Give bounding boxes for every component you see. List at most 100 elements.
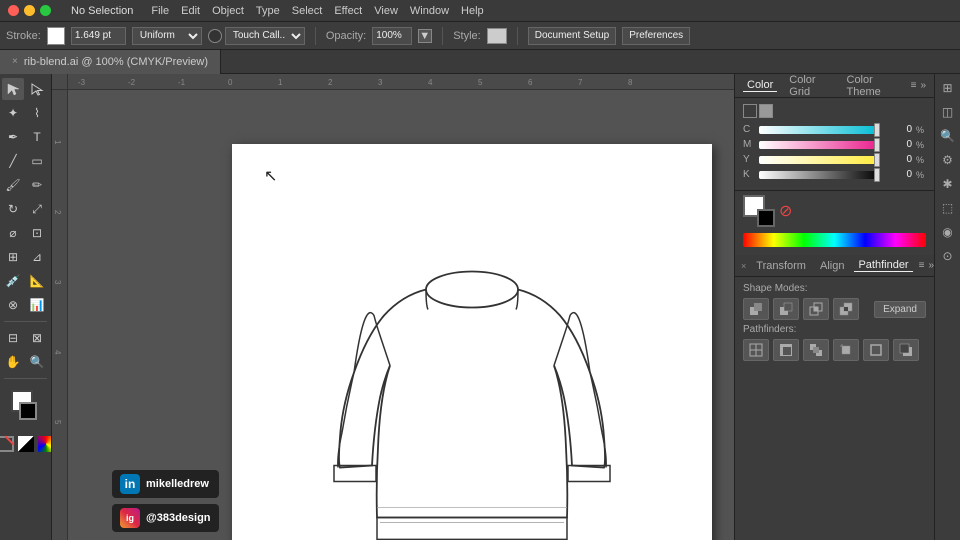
none-swatch[interactable] — [0, 436, 14, 452]
lasso-tool[interactable]: ⌇ — [26, 102, 48, 124]
rotate-tool[interactable]: ↻ — [2, 198, 24, 220]
style-swatch[interactable] — [487, 28, 507, 44]
menu-edit[interactable]: Edit — [181, 5, 200, 17]
document-setup-button[interactable]: Document Setup — [528, 27, 617, 45]
channel-m-thumb[interactable] — [874, 138, 880, 152]
type-tool[interactable]: T — [26, 126, 48, 148]
outline-btn[interactable] — [863, 339, 889, 361]
measure-tool[interactable]: 📐 — [26, 270, 48, 292]
gradient-mode-icon[interactable] — [743, 104, 757, 118]
gradient-swatch[interactable] — [18, 436, 34, 452]
exclude-btn[interactable] — [833, 298, 859, 320]
slice-tool[interactable]: ⊠ — [26, 327, 48, 349]
far-right-btn-1[interactable]: ⊞ — [938, 78, 958, 98]
close-button[interactable] — [8, 5, 19, 16]
far-right-btn-4[interactable]: ⚙ — [938, 150, 958, 170]
far-right-btn-5[interactable]: ✱ — [938, 174, 958, 194]
tab-pathfinder[interactable]: Pathfinder — [854, 259, 912, 272]
pathfinder-menu-btn[interactable]: ≡ — [919, 260, 925, 271]
maximize-button[interactable] — [40, 5, 51, 16]
tool-row-5: 🖌 ✏ — [2, 174, 49, 196]
canvas-area[interactable]: -3 -2 -1 0 1 2 3 4 5 6 7 8 1 2 3 4 5 — [52, 74, 734, 540]
channel-c-thumb[interactable] — [874, 123, 880, 137]
document-tab[interactable]: × rib-blend.ai @ 100% (CMYK/Preview) — [0, 50, 221, 74]
zoom-tool[interactable]: 🔍 — [26, 351, 48, 373]
mesh-swatch[interactable] — [38, 436, 53, 452]
tab-color-grid[interactable]: Color Grid — [785, 74, 834, 98]
brush-select[interactable]: Touch Call... — [225, 27, 305, 45]
pen-tool[interactable]: ✒ — [2, 126, 24, 148]
rect-tool[interactable]: ▭ — [26, 150, 48, 172]
crop-btn[interactable] — [833, 339, 859, 361]
warp-tool[interactable]: ⌀ — [2, 222, 24, 244]
merge-btn[interactable] — [803, 339, 829, 361]
eyedropper-tool[interactable]: 💉 — [2, 270, 24, 292]
line-tool[interactable]: ╱ — [2, 150, 24, 172]
menu-file[interactable]: File — [151, 5, 169, 17]
minimize-button[interactable] — [24, 5, 35, 16]
shape-builder-tool[interactable]: ⊞ — [2, 246, 24, 268]
tab-close-button[interactable]: × — [12, 56, 18, 67]
menu-object[interactable]: Object — [212, 5, 244, 17]
graph-tool[interactable]: 📊 — [26, 294, 48, 316]
stroke-color-swatch[interactable] — [47, 27, 65, 45]
menu-window[interactable]: Window — [410, 5, 449, 17]
paintbrush-tool[interactable]: 🖌 — [2, 174, 24, 196]
tab-align[interactable]: Align — [816, 260, 848, 272]
channel-m-slider[interactable] — [759, 141, 880, 149]
tool-row-11: ⊟ ⊠ — [2, 327, 49, 349]
menu-type[interactable]: Type — [256, 5, 280, 17]
channel-y-slider[interactable] — [759, 156, 880, 164]
expand-button[interactable]: Expand — [874, 301, 926, 318]
stroke-value-input[interactable] — [71, 27, 126, 45]
tab-color[interactable]: Color — [743, 79, 777, 92]
far-right-btn-7[interactable]: ◉ — [938, 222, 958, 242]
scale-tool[interactable]: ⤢ — [26, 198, 48, 220]
trim-btn[interactable] — [773, 339, 799, 361]
channel-k-thumb[interactable] — [874, 168, 880, 182]
free-transform-tool[interactable]: ⊡ — [26, 222, 48, 244]
far-right-btn-6[interactable]: ⬚ — [938, 198, 958, 218]
stroke-type-select[interactable]: Uniform — [132, 27, 202, 45]
unite-btn[interactable] — [743, 298, 769, 320]
direct-select-tool[interactable] — [26, 78, 48, 100]
channel-k-slider[interactable] — [759, 171, 880, 179]
solid-mode-icon[interactable] — [759, 104, 773, 118]
tab-color-theme[interactable]: Color Theme — [843, 74, 903, 98]
far-right-btn-8[interactable]: ⊙ — [938, 246, 958, 266]
blend-tool[interactable]: ⊗ — [2, 294, 24, 316]
preferences-button[interactable]: Preferences — [622, 27, 690, 45]
none-color-icon[interactable]: ⊘ — [779, 201, 792, 221]
ruler-mark: 5 — [478, 78, 482, 87]
panel-collapse-btn[interactable]: » — [920, 80, 926, 91]
select-tool[interactable] — [2, 78, 24, 100]
far-right-btn-2[interactable]: ◫ — [938, 102, 958, 122]
magic-wand-tool[interactable]: ✦ — [2, 102, 24, 124]
opacity-input[interactable] — [372, 27, 412, 45]
opacity-label: Opacity: — [326, 30, 366, 42]
menu-view[interactable]: View — [374, 5, 398, 17]
perspective-tool[interactable]: ⊿ — [26, 246, 48, 268]
pencil-tool[interactable]: ✏ — [26, 174, 48, 196]
artboard-tool[interactable]: ⊟ — [2, 327, 24, 349]
channel-y-thumb[interactable] — [874, 153, 880, 167]
hand-tool[interactable]: ✋ — [2, 351, 24, 373]
menu-select[interactable]: Select — [292, 5, 323, 17]
divide-btn[interactable] — [743, 339, 769, 361]
menu-effect[interactable]: Effect — [334, 5, 362, 17]
opacity-arrow[interactable]: ▼ — [418, 29, 432, 43]
intersect-btn[interactable] — [803, 298, 829, 320]
minus-front-btn[interactable] — [773, 298, 799, 320]
menu-help[interactable]: Help — [461, 5, 484, 17]
minus-back-btn[interactable] — [893, 339, 919, 361]
panel-indicator: × — [741, 261, 746, 271]
background-color[interactable] — [19, 402, 37, 420]
tab-transform[interactable]: Transform — [752, 260, 810, 272]
spectrum-bar[interactable] — [743, 233, 926, 247]
far-right-btn-3[interactable]: 🔍 — [938, 126, 958, 146]
panel-menu-btn[interactable]: ≡ — [911, 80, 917, 91]
channel-c-slider[interactable] — [759, 126, 880, 134]
bg-swatch[interactable] — [757, 209, 775, 227]
panel-controls: ≡ » — [911, 80, 926, 91]
ruler-corner — [52, 74, 68, 90]
